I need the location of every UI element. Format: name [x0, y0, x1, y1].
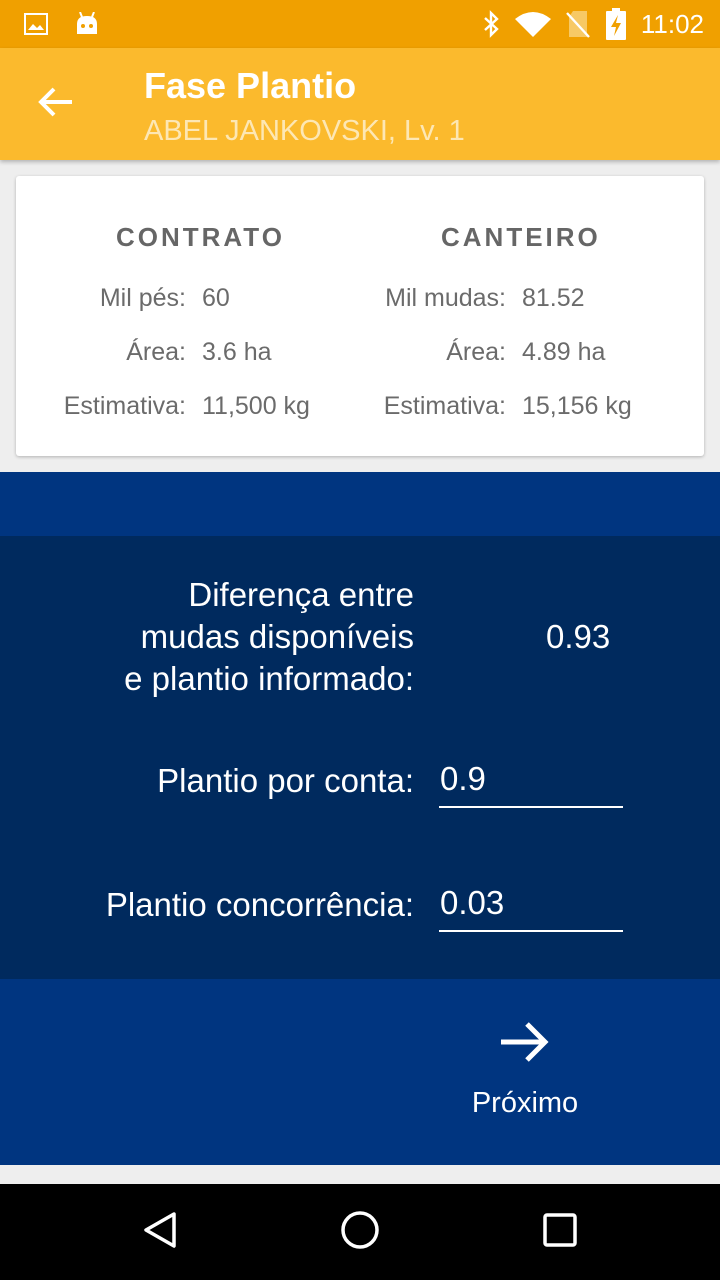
canteiro-area-value: 4.89 ha	[522, 338, 606, 366]
back-triangle-icon	[142, 1211, 178, 1253]
contrato-area-label: Área:	[126, 338, 186, 366]
plantio-conta-label: Plantio por conta:	[157, 762, 414, 799]
recents-square-icon	[542, 1212, 578, 1252]
difference-label-line: Diferença entre	[188, 576, 414, 613]
status-bar: 11:02	[0, 0, 720, 48]
contrato-title: CONTRATO	[116, 222, 285, 252]
nav-recents-button[interactable]	[520, 1204, 600, 1260]
back-button[interactable]	[30, 80, 82, 128]
canteiro-estimativa-label: Estimativa:	[383, 392, 506, 420]
battery-charging-icon	[605, 8, 627, 40]
app-bar: Fase Plantio ABEL JANKOVSKI, Lv. 1	[0, 48, 720, 160]
plantio-concorrencia-input[interactable]	[439, 882, 623, 932]
contrato-mil-pes-label: Mil pés:	[99, 284, 186, 312]
nav-home-button[interactable]	[320, 1204, 400, 1260]
android-icon	[74, 12, 100, 36]
page-title: Fase Plantio	[144, 65, 357, 106]
blue-band-top	[0, 472, 720, 536]
canteiro-area-label: Área:	[446, 338, 506, 366]
arrow-left-icon	[38, 86, 74, 122]
difference-label-line: mudas disponíveis	[140, 618, 414, 655]
plantio-form: Diferença entre mudas disponíveis e plan…	[0, 536, 720, 979]
canteiro-mil-mudas-label: Mil mudas:	[385, 284, 506, 312]
home-circle-icon	[340, 1210, 380, 1254]
no-sim-icon	[565, 9, 591, 39]
summary-card: CONTRATO CANTEIRO Mil pés: 60 Área: 3.6 …	[16, 176, 704, 456]
bluetooth-icon	[481, 10, 501, 38]
system-nav-bar	[0, 1184, 720, 1280]
difference-value: 0.93	[546, 618, 611, 655]
contrato-mil-pes-value: 60	[202, 284, 230, 312]
image-icon	[24, 13, 48, 35]
canteiro-estimativa-value: 15,156 kg	[522, 392, 632, 420]
difference-label-line: e plantio informado:	[124, 660, 414, 697]
plantio-conta-input[interactable]	[439, 758, 623, 808]
next-button[interactable]: Próximo	[440, 1019, 610, 1139]
arrow-right-icon	[499, 1019, 551, 1069]
wifi-icon	[514, 11, 551, 37]
next-label: Próximo	[471, 1087, 579, 1119]
page-subtitle: ABEL JANKOVSKI, Lv. 1	[144, 115, 465, 147]
contrato-estimativa-value: 11,500 kg	[202, 392, 310, 420]
canteiro-mil-mudas-value: 81.52	[522, 284, 585, 312]
contrato-area-value: 3.6 ha	[202, 338, 272, 366]
status-time: 11:02	[640, 8, 704, 39]
plantio-concorrencia-label: Plantio concorrência:	[105, 886, 414, 923]
contrato-estimativa-label: Estimativa:	[63, 392, 186, 420]
canteiro-title: CANTEIRO	[441, 222, 601, 252]
action-bar: Próximo	[0, 979, 720, 1165]
difference-label: Diferença entre mudas disponíveis e plan…	[124, 574, 414, 700]
nav-back-button[interactable]	[120, 1204, 200, 1260]
